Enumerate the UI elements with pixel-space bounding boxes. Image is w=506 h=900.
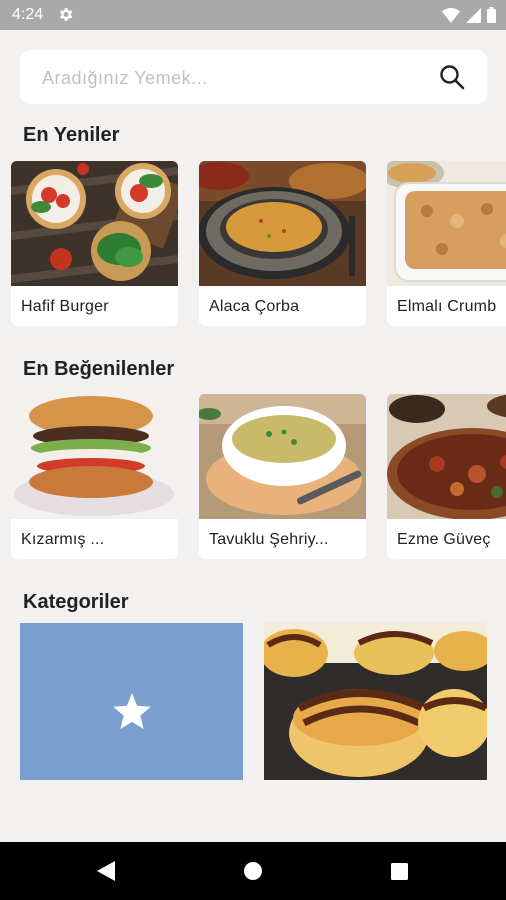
category-dessert-tile[interactable] (264, 623, 487, 780)
search-icon[interactable] (439, 64, 465, 95)
status-bar: 4:24 (0, 0, 506, 30)
recipe-card[interactable]: Alaca Çorba (199, 161, 366, 326)
recipe-card[interactable]: Ezme Güveç (387, 394, 506, 559)
kizarmis-burger-image (11, 394, 178, 519)
recipe-card-label: Tavuklu Şehriy... (209, 531, 329, 548)
section-title-liked: En Beğenilenler (23, 358, 175, 380)
ezme-guvec-image (387, 394, 506, 519)
recipe-card[interactable]: Kızarmış ... (11, 394, 178, 559)
recipe-card-label: Ezme Güveç (397, 531, 491, 548)
tavuklu-sehriye-image (199, 394, 366, 519)
recipe-card-label: Hafif Burger (21, 298, 109, 315)
hafif-burger-image (11, 161, 178, 286)
wifi-icon (442, 7, 460, 28)
dessert-category-image (264, 623, 487, 780)
back-nav-button[interactable] (97, 861, 115, 886)
recipe-card-label: Kızarmış ... (21, 531, 105, 548)
newest-recipe-list: Hafif Burger Alaca Çorba Elmalı Crumb (0, 161, 506, 329)
recipe-card[interactable]: Tavuklu Şehriy... (199, 394, 366, 559)
status-time: 4:24 (12, 6, 44, 23)
search-input[interactable] (40, 64, 424, 92)
home-nav-button[interactable] (244, 862, 262, 885)
recipe-card-label: Elmalı Crumb (397, 298, 497, 315)
alaca-corba-image (199, 161, 366, 286)
section-title-categories: Kategoriler (23, 591, 129, 613)
category-favorites-tile[interactable] (20, 623, 243, 780)
elmali-crumble-image (387, 161, 506, 286)
battery-icon (487, 7, 496, 28)
recents-nav-button[interactable] (391, 863, 408, 885)
signal-icon (466, 7, 481, 28)
search-bar (20, 50, 487, 104)
recipe-card-label: Alaca Çorba (209, 298, 300, 315)
section-title-newest: En Yeniler (23, 124, 120, 146)
liked-recipe-list: Kızarmış ... Tavuklu Şehriy... Ezme Güve… (0, 394, 506, 562)
star-icon (111, 693, 153, 738)
recipe-card[interactable]: Elmalı Crumb (387, 161, 506, 326)
recipe-card[interactable]: Hafif Burger (11, 161, 178, 326)
gear-icon (57, 6, 74, 28)
navigation-bar (0, 842, 506, 900)
